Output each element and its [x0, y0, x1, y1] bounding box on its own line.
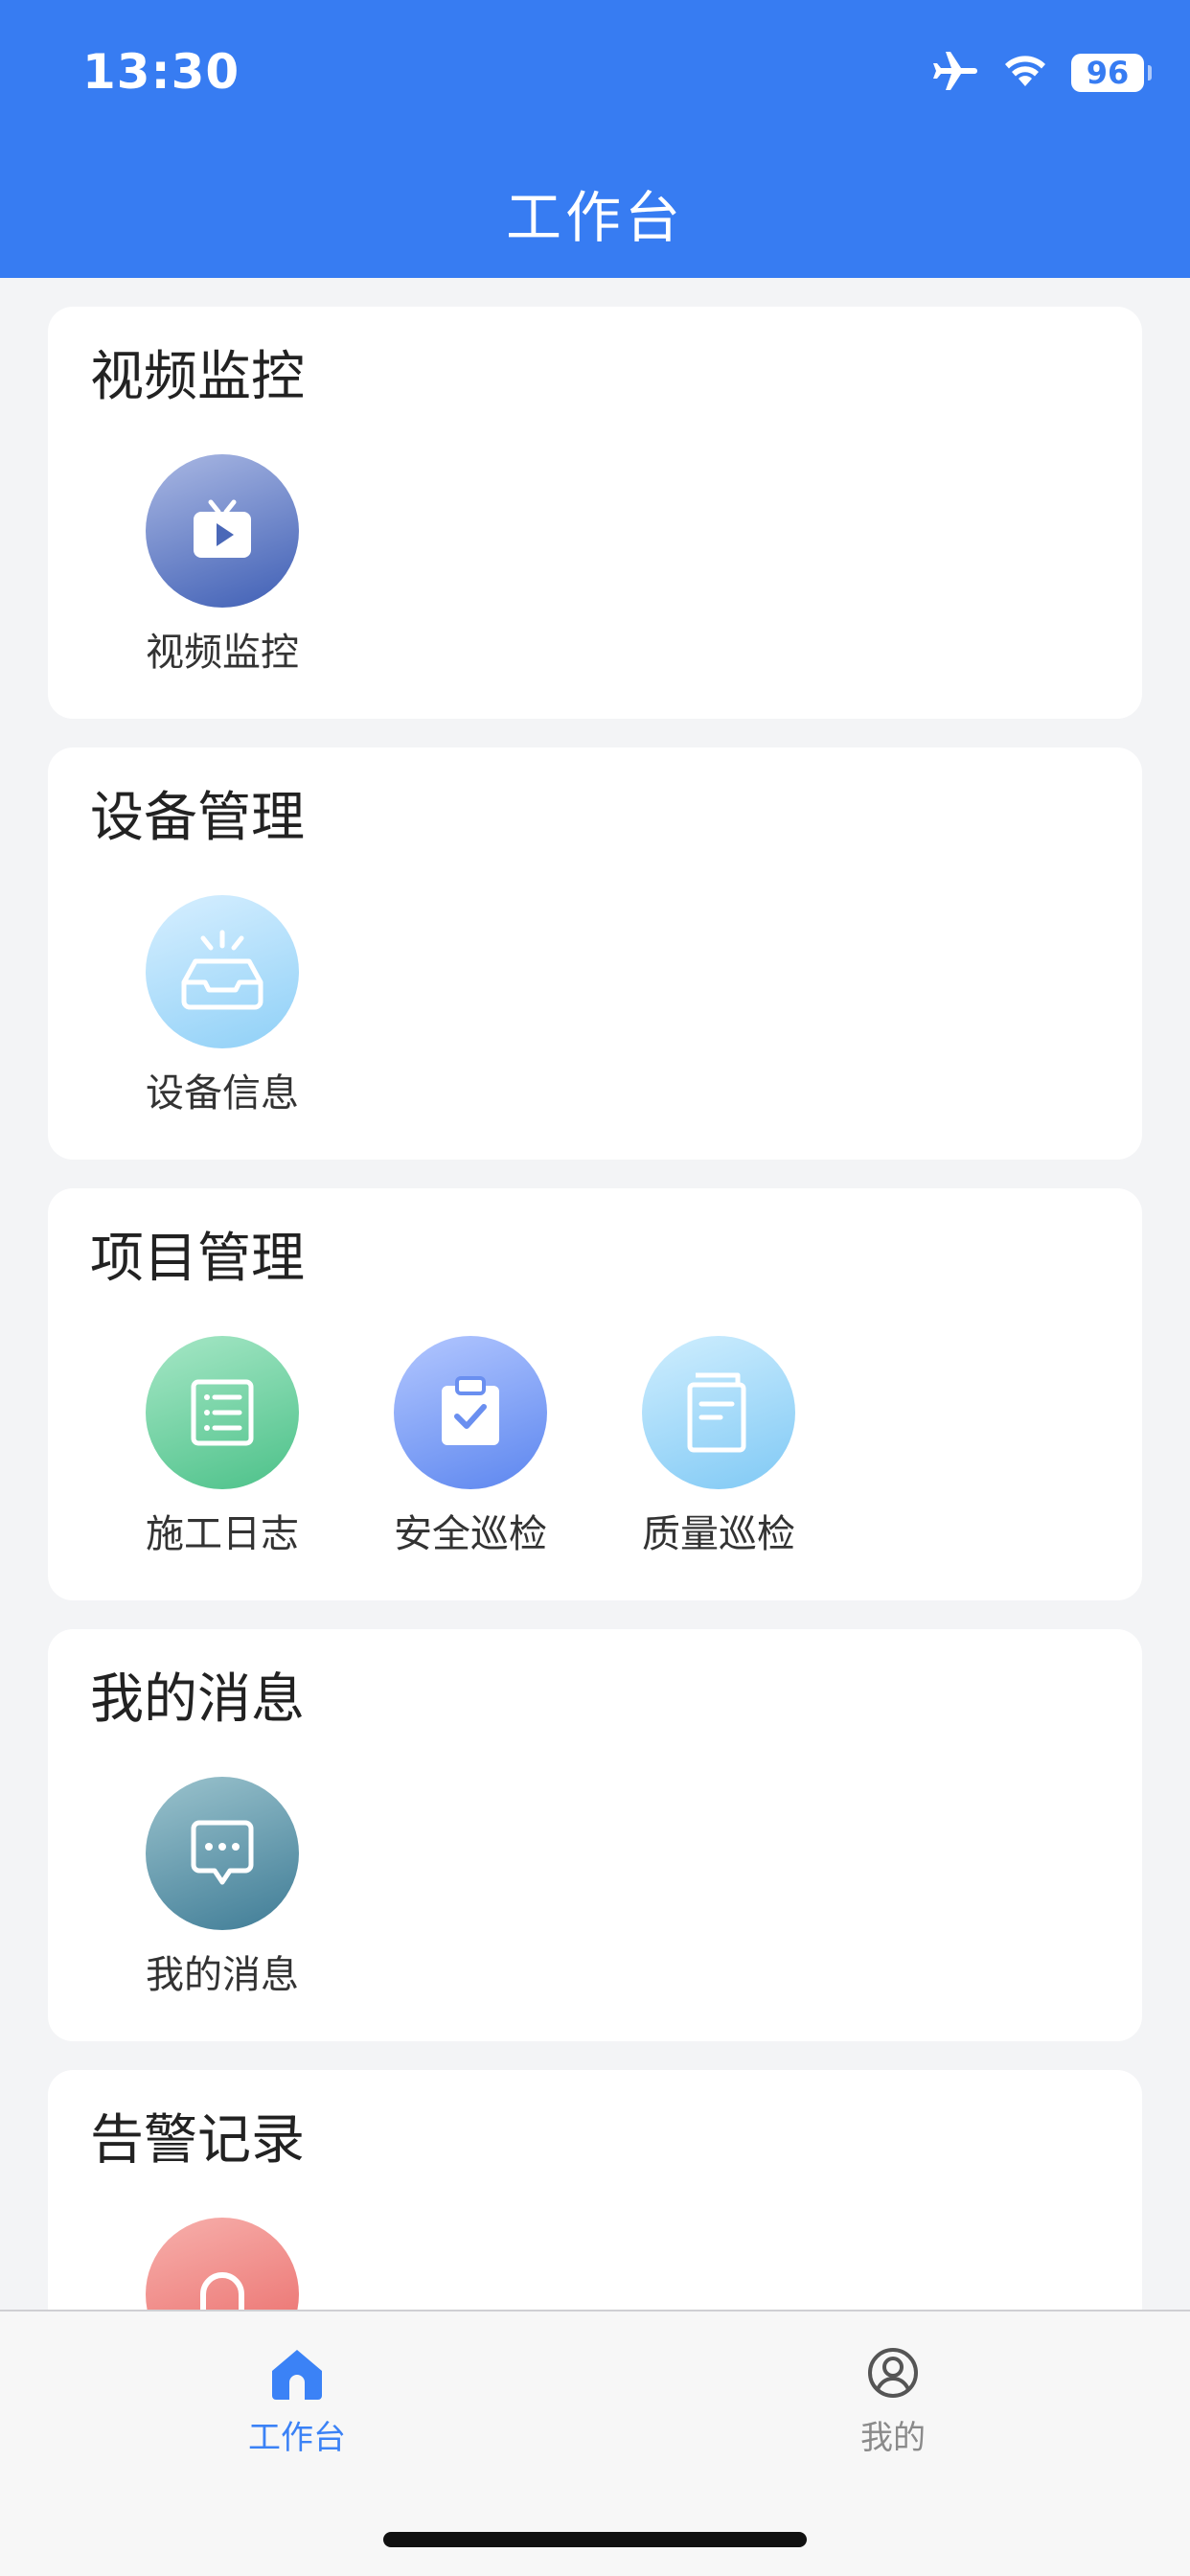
tab-mine[interactable]: 我的 [778, 2346, 1008, 2458]
section-title: 告警记录 [90, 2109, 305, 2172]
tile-my-messages[interactable]: 我的消息 [126, 1777, 318, 1999]
section-title: 设备管理 [90, 787, 305, 849]
tile-label: 我的消息 [146, 1953, 299, 1997]
section-title: 视频监控 [90, 346, 305, 408]
page-title: 工作台 [505, 185, 684, 250]
alarm-icon [146, 2218, 299, 2310]
airplane-mode-icon [931, 50, 979, 96]
tile-safety-inspection[interactable]: 安全巡检 [375, 1336, 566, 1558]
tile-device-info[interactable]: 设备信息 [126, 895, 318, 1117]
tab-label: 我的 [860, 2419, 926, 2457]
tv-play-icon [146, 454, 299, 608]
tab-workspace[interactable]: 工作台 [182, 2346, 412, 2458]
tile-label: 设备信息 [146, 1071, 299, 1116]
tile-label: 安全巡检 [394, 1512, 547, 1556]
tile-construction-log[interactable]: 施工日志 [126, 1336, 318, 1558]
tile-video-monitor[interactable]: 视频监控 [126, 454, 318, 677]
workspace-content: 视频监控 视频监控 设备管理 设备信息 项目管理 施工日志 安全巡检 质量巡检 … [0, 278, 1190, 2310]
status-time: 13:30 [82, 44, 240, 100]
inbox-alert-icon [146, 895, 299, 1048]
section-video-monitor: 视频监控 视频监控 [48, 307, 1142, 719]
list-doc-icon [146, 1336, 299, 1489]
status-bar: 13:30 96 [0, 0, 1190, 144]
chat-bubble-icon [146, 1777, 299, 1930]
user-circle-icon [866, 2348, 920, 2404]
wifi-icon [1002, 52, 1048, 94]
section-alarm-records: 告警记录 [48, 2070, 1142, 2310]
clipboard-check-icon [394, 1336, 547, 1489]
section-my-messages: 我的消息 我的消息 [48, 1629, 1142, 2041]
section-project-management: 项目管理 施工日志 安全巡检 质量巡检 [48, 1188, 1142, 1600]
battery-indicator: 96 [1071, 54, 1152, 92]
section-title: 项目管理 [90, 1228, 305, 1290]
status-icons: 96 [931, 50, 1152, 96]
tile-alarm-records[interactable] [126, 2218, 318, 2310]
tile-label: 质量巡检 [642, 1512, 795, 1556]
tab-label: 工作台 [248, 2419, 346, 2457]
home-indicator [383, 2532, 807, 2547]
tile-label: 视频监控 [146, 631, 299, 675]
home-icon [268, 2350, 326, 2404]
tile-label: 施工日志 [146, 1512, 299, 1556]
tile-quality-inspection[interactable]: 质量巡检 [623, 1336, 814, 1558]
top-app-bar: 13:30 96 工作台 [0, 0, 1190, 278]
section-title: 我的消息 [90, 1668, 305, 1731]
section-device-management: 设备管理 设备信息 [48, 748, 1142, 1160]
document-icon [642, 1336, 795, 1489]
